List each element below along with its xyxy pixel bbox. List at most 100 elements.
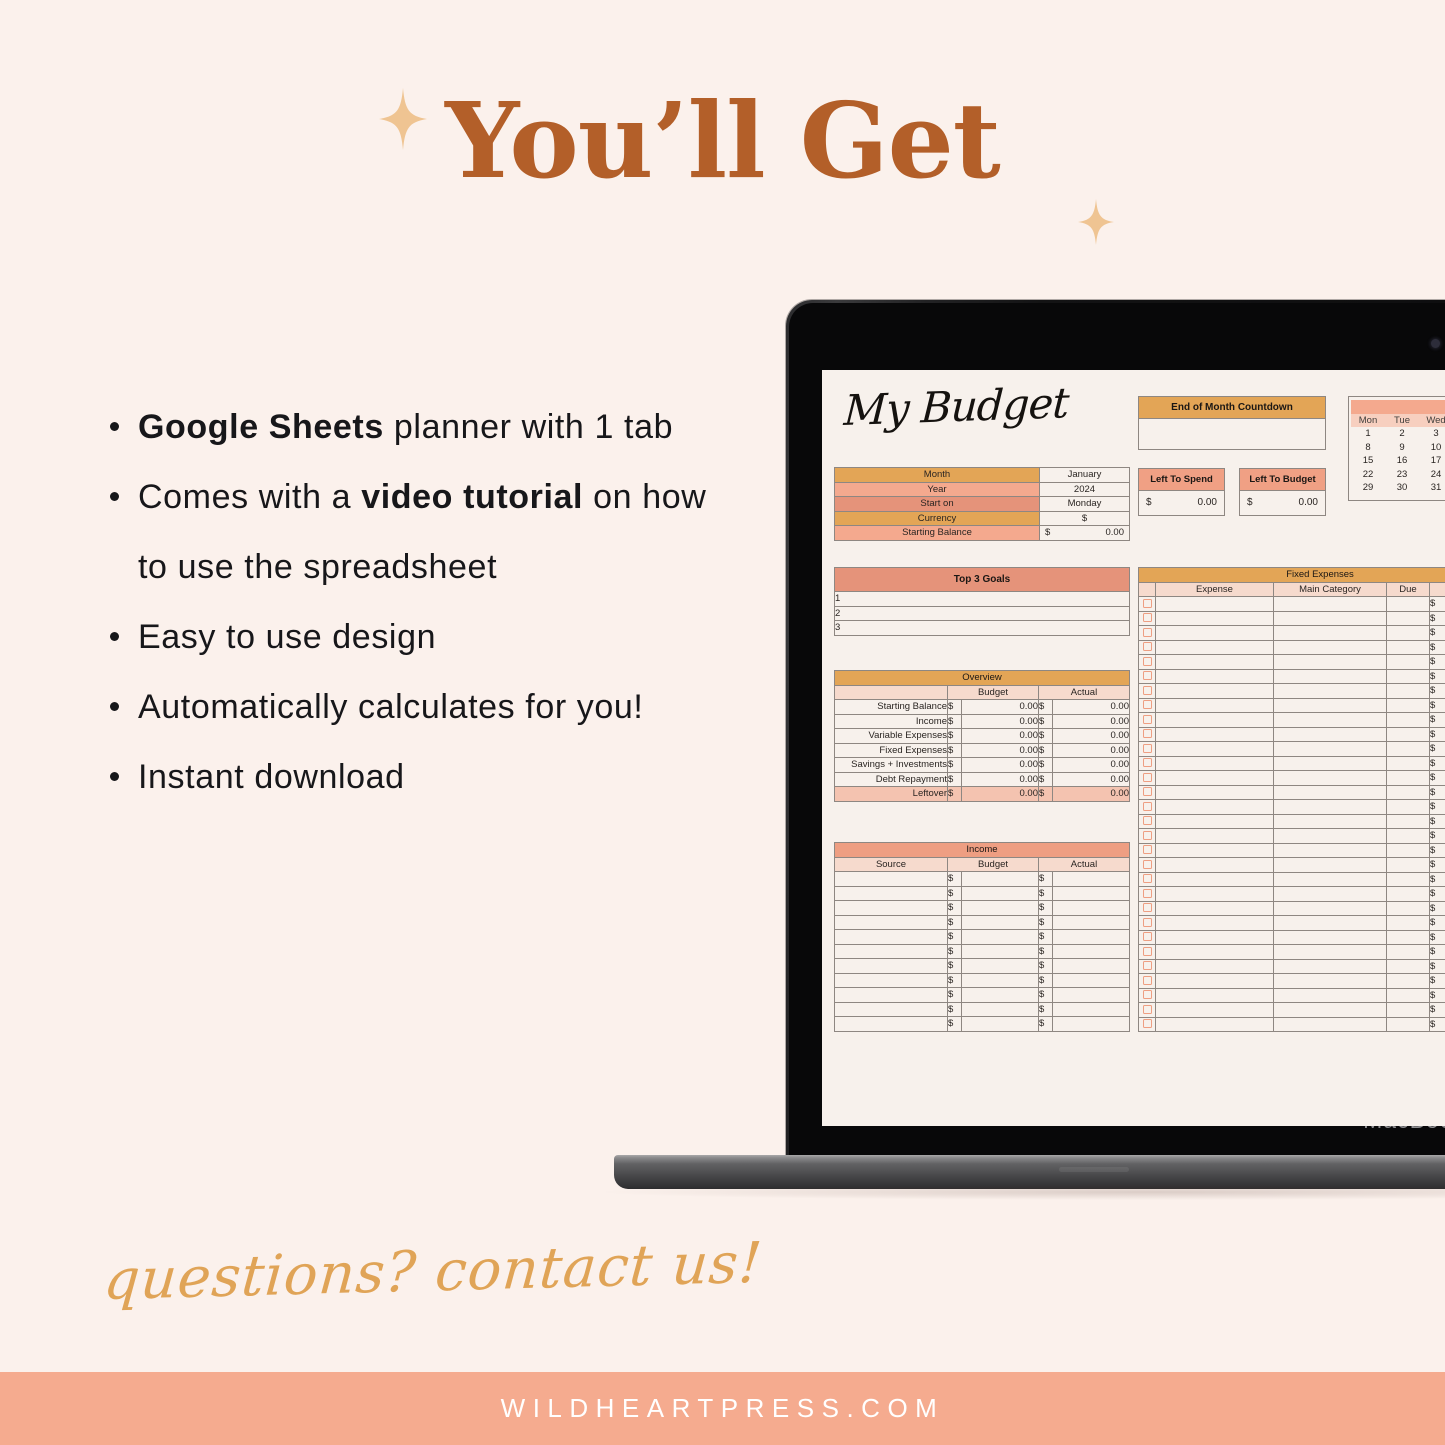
expense-name[interactable] [1155,668,1274,684]
expense-due[interactable] [1386,987,1430,1003]
checkbox-icon[interactable] [1142,700,1152,710]
expense-name[interactable] [1155,886,1274,902]
table-row[interactable]: 3 [834,620,1130,636]
expense-checkbox-cell[interactable] [1138,886,1156,902]
table-row[interactable]: $ [1138,683,1445,699]
table-row[interactable]: Savings + Investments $ 0.00 $ 0.00 [834,757,1130,773]
income-budget[interactable] [961,958,1039,974]
expense-category[interactable] [1273,1002,1387,1018]
overview-actual[interactable]: 0.00 [1052,742,1130,758]
expense-name[interactable] [1155,784,1274,800]
table-row[interactable]: Starting Balance $ 0.00 $ 0.00 [834,699,1130,715]
overview-actual[interactable]: 0.00 [1052,771,1130,787]
expense-due[interactable] [1386,886,1430,902]
expense-category[interactable] [1273,610,1387,626]
table-row[interactable]: $ [1138,697,1445,713]
income-actual[interactable] [1052,987,1130,1003]
expense-checkbox-cell[interactable] [1138,770,1156,786]
expense-checkbox-cell[interactable] [1138,828,1156,844]
settings-value[interactable]: $ 0.00 [1039,525,1130,541]
expense-checkbox-cell[interactable] [1138,857,1156,873]
expense-category[interactable] [1273,842,1387,858]
checkbox-icon[interactable] [1142,932,1152,942]
checkbox-icon[interactable] [1142,816,1152,826]
expense-due[interactable] [1386,639,1430,655]
expense-name[interactable] [1155,915,1274,931]
expense-due[interactable] [1386,929,1430,945]
expense-category[interactable] [1273,958,1387,974]
expense-name[interactable] [1155,712,1274,728]
income-source[interactable] [834,871,948,887]
table-row[interactable]: Starting Balance $ 0.00 [834,525,1130,541]
expense-category[interactable] [1273,900,1387,916]
table-row[interactable]: $ $ [834,972,1130,988]
income-source[interactable] [834,914,948,930]
income-source[interactable] [834,943,948,959]
expense-checkbox-cell[interactable] [1138,712,1156,728]
kpi-value[interactable]: $ 0.00 [1239,490,1326,516]
calendar-day[interactable]: 1 [1351,427,1385,441]
checkbox-icon[interactable] [1142,714,1152,724]
expense-due[interactable] [1386,915,1430,931]
expense-checkbox-cell[interactable] [1138,697,1156,713]
income-budget[interactable] [961,1016,1039,1032]
table-row[interactable]: $ [1138,857,1445,873]
table-row[interactable]: $ $ [834,1001,1130,1017]
calendar-day[interactable]: 17 [1419,454,1445,468]
expense-name[interactable] [1155,842,1274,858]
income-source[interactable] [834,1001,948,1017]
income-budget[interactable] [961,987,1039,1003]
expense-category[interactable] [1273,726,1387,742]
expense-category[interactable] [1273,741,1387,757]
expense-name[interactable] [1155,683,1274,699]
overview-budget[interactable]: 0.00 [961,742,1039,758]
table-row[interactable]: $ [1138,610,1445,626]
expense-name[interactable] [1155,741,1274,757]
expense-due[interactable] [1386,726,1430,742]
calendar-day[interactable]: 23 [1385,467,1419,481]
checkbox-icon[interactable] [1142,743,1152,753]
expense-category[interactable] [1273,712,1387,728]
income-actual[interactable] [1052,900,1130,916]
table-row[interactable]: Month January [834,467,1130,483]
table-row[interactable]: $ $ [834,914,1130,930]
expense-category[interactable] [1273,973,1387,989]
checkbox-icon[interactable] [1142,1019,1152,1029]
overview-budget[interactable]: 0.00 [961,771,1039,787]
income-actual[interactable] [1052,885,1130,901]
table-row[interactable]: $ [1138,755,1445,771]
expense-category[interactable] [1273,625,1387,641]
overview-actual[interactable]: 0.00 [1052,699,1130,715]
table-row[interactable]: $ [1138,886,1445,902]
income-actual[interactable] [1052,914,1130,930]
table-row[interactable]: $ [1138,871,1445,887]
income-source[interactable] [834,900,948,916]
calendar-day[interactable]: 8 [1351,440,1385,454]
expense-category[interactable] [1273,987,1387,1003]
table-row[interactable]: $ [1138,625,1445,641]
expense-due[interactable] [1386,958,1430,974]
expense-due[interactable] [1386,784,1430,800]
expense-category[interactable] [1273,871,1387,887]
table-row[interactable]: $ [1138,741,1445,757]
calendar-day[interactable]: 31 [1419,481,1445,495]
expense-checkbox-cell[interactable] [1138,625,1156,641]
checkbox-icon[interactable] [1142,990,1152,1000]
expense-due[interactable] [1386,770,1430,786]
calendar-day[interactable]: 10 [1419,440,1445,454]
expense-name[interactable] [1155,1002,1274,1018]
expense-due[interactable] [1386,712,1430,728]
expense-name[interactable] [1155,973,1274,989]
income-budget[interactable] [961,929,1039,945]
expense-checkbox-cell[interactable] [1138,784,1156,800]
checkbox-icon[interactable] [1142,961,1152,971]
income-actual[interactable] [1052,929,1130,945]
overview-actual[interactable]: 0.00 [1052,757,1130,773]
expense-checkbox-cell[interactable] [1138,654,1156,670]
checkbox-icon[interactable] [1142,917,1152,927]
expense-checkbox-cell[interactable] [1138,929,1156,945]
expense-due[interactable] [1386,828,1430,844]
expense-checkbox-cell[interactable] [1138,741,1156,757]
calendar-day[interactable]: 2 [1385,427,1419,441]
expense-name[interactable] [1155,625,1274,641]
